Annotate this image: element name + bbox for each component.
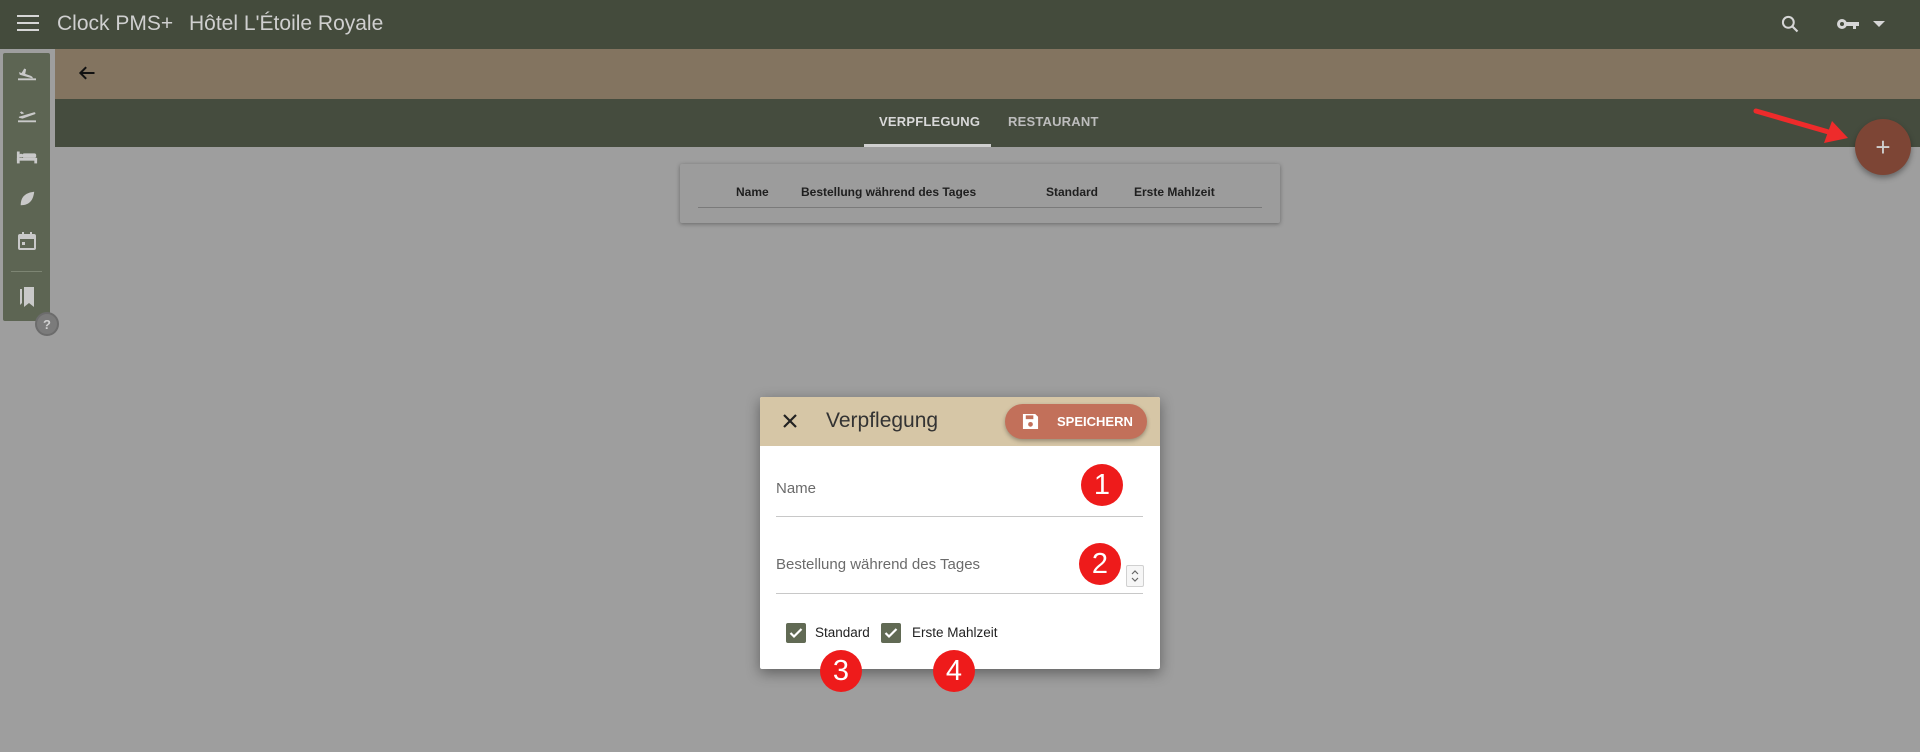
help-icon[interactable]: ? (35, 312, 59, 336)
checkmark-icon (789, 628, 803, 639)
leaf-icon[interactable] (15, 187, 39, 211)
number-stepper[interactable] (1126, 565, 1144, 587)
order-during-day-label[interactable]: Bestellung während des Tages (776, 556, 980, 573)
tab-restaurant[interactable]: RESTAURANT (1008, 114, 1099, 129)
top-app-bar: Clock PMS+ Hôtel L'Étoile Royale (0, 0, 1920, 49)
stepper-arrows-icon (1131, 570, 1139, 582)
annotation-badge-4: 4 (933, 650, 975, 692)
chevron-down-icon[interactable] (1873, 21, 1885, 27)
save-button[interactable]: SPEICHERN (1005, 404, 1147, 439)
meal-plan-table: Name Bestellung während des Tages Standa… (680, 164, 1280, 223)
active-tab-indicator (864, 144, 991, 147)
first-meal-checkbox[interactable] (881, 623, 901, 643)
sub-toolbar (55, 49, 1920, 99)
hotel-name: Hôtel L'Étoile Royale (189, 12, 384, 35)
add-button[interactable]: + (1855, 119, 1911, 175)
sidebar (3, 53, 50, 321)
key-icon[interactable] (1836, 16, 1860, 32)
order-during-day-input[interactable] (776, 593, 1143, 594)
search-icon[interactable] (1780, 14, 1800, 34)
first-meal-checkbox-label[interactable]: Erste Mahlzeit (912, 625, 998, 640)
tab-verpflegung[interactable]: VERPFLEGUNG (879, 114, 980, 129)
sidebar-divider (11, 271, 42, 272)
standard-checkbox[interactable] (786, 623, 806, 643)
departures-icon[interactable] (15, 103, 39, 127)
hamburger-menu-icon[interactable] (17, 15, 39, 34)
annotation-badge-1: 1 (1081, 464, 1123, 506)
column-header-standard[interactable]: Standard (1046, 185, 1098, 199)
column-header-order[interactable]: Bestellung während des Tages (801, 185, 976, 199)
calendar-icon[interactable] (15, 229, 39, 253)
column-header-name[interactable]: Name (736, 185, 769, 199)
dialog-header: Verpflegung SPEICHERN (760, 397, 1160, 446)
dialog-title: Verpflegung (826, 409, 939, 432)
arrivals-icon[interactable] (15, 61, 39, 85)
checkmark-icon (884, 628, 898, 639)
tab-bar: VERPFLEGUNG RESTAURANT (55, 99, 1920, 147)
column-header-first-meal[interactable]: Erste Mahlzeit (1134, 185, 1215, 199)
table-header-divider (698, 207, 1262, 208)
annotation-badge-2: 2 (1079, 543, 1121, 585)
close-icon[interactable] (782, 413, 798, 429)
save-button-label: SPEICHERN (1057, 414, 1133, 429)
bookmarks-icon[interactable] (15, 285, 39, 309)
save-icon (1022, 413, 1039, 430)
meal-plan-dialog: Verpflegung SPEICHERN Name Bestellung wä… (760, 397, 1160, 669)
name-input[interactable] (776, 516, 1143, 517)
back-arrow-icon[interactable] (77, 63, 97, 83)
annotation-arrow-icon (1753, 108, 1848, 143)
rooms-icon[interactable] (15, 145, 39, 169)
annotation-badge-3: 3 (820, 650, 862, 692)
app-title: Clock PMS+ (57, 12, 174, 35)
standard-checkbox-label[interactable]: Standard (815, 625, 870, 640)
name-field-label[interactable]: Name (776, 480, 816, 497)
